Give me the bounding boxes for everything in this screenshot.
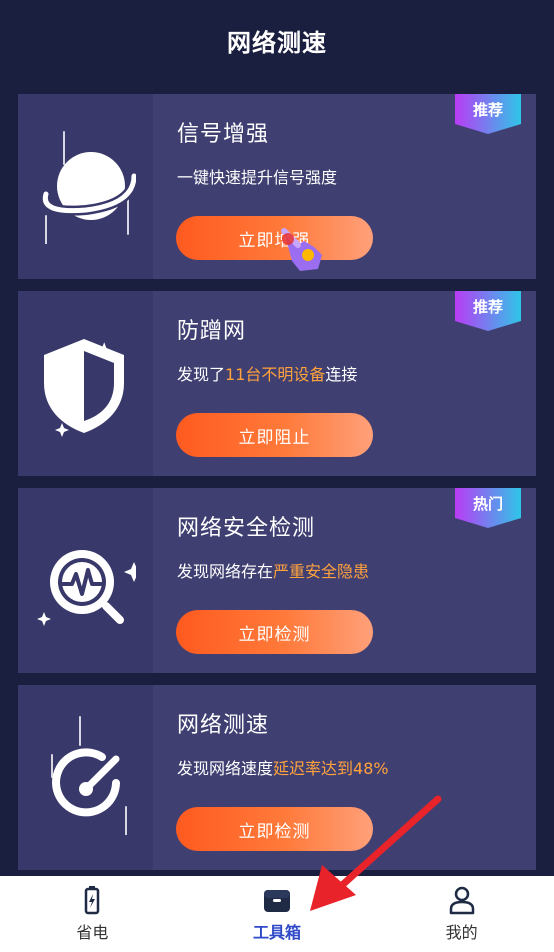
card-description: 一键快速提升信号强度 [177, 164, 337, 188]
hot-badge: 热门 [455, 488, 521, 528]
shield-icon [36, 321, 136, 441]
detect-button[interactable]: 立即检测 [176, 610, 373, 654]
tab-label: 省电 [76, 923, 109, 942]
tab-label: 工具箱 [253, 923, 302, 942]
header: 网络测速 [0, 0, 554, 80]
card-speed-test: 网络测速 发现网络速度延迟率达到48% 立即检测 [18, 685, 536, 870]
recommend-badge: 推荐 [455, 94, 521, 134]
desc-highlight: 严重安全隐患 [273, 562, 370, 581]
badge-label: 热门 [472, 495, 503, 513]
tab-toolbox[interactable]: 工具箱 [185, 876, 370, 952]
badge-label: 推荐 [472, 101, 503, 119]
card-security-check: 网络安全检测 发现网络存在严重安全隐患 立即检测 热门 [18, 488, 536, 673]
card-description: 发现网络速度延迟率达到48% [177, 755, 389, 779]
recommend-badge: 推荐 [455, 291, 521, 331]
battery-icon [77, 885, 107, 915]
desc-text: 发现网络速度 [177, 759, 274, 778]
tab-mine[interactable]: 我的 [369, 876, 554, 952]
magnifier-pulse-icon [36, 518, 144, 638]
block-button[interactable]: 立即阻止 [176, 413, 373, 457]
bottom-tab-bar: 省电 工具箱 我的 [0, 876, 554, 952]
card-title: 信号增强 [177, 122, 270, 147]
badge-label: 推荐 [472, 298, 503, 316]
pointing-hand-icon [274, 225, 334, 275]
tab-label: 我的 [445, 923, 478, 942]
toolbox-icon [262, 885, 292, 915]
card-description: 发现了11台不明设备连接 [177, 361, 357, 385]
desc-text: 一键快速提升信号强度 [177, 168, 338, 187]
tab-power-saving[interactable]: 省电 [0, 876, 185, 952]
page-title: 网络测速 [227, 28, 327, 57]
card-title: 网络测速 [177, 713, 270, 738]
card-anti-freeloader: 防蹭网 发现了11台不明设备连接 立即阻止 推荐 [18, 291, 536, 476]
card-title: 防蹭网 [177, 319, 247, 344]
speed-test-button[interactable]: 立即检测 [176, 807, 373, 851]
card-description: 发现网络存在严重安全隐患 [177, 558, 369, 582]
desc-text: 发现网络存在 [177, 562, 274, 581]
user-icon [447, 885, 477, 915]
speedometer-icon [36, 715, 136, 840]
planet-icon [36, 124, 139, 245]
desc-text: 连接 [325, 365, 358, 384]
card-title: 网络安全检测 [177, 516, 316, 541]
desc-highlight: 延迟率达到48% [273, 759, 389, 778]
desc-text: 发现了 [177, 365, 226, 384]
desc-highlight: 11台不明设备 [225, 365, 326, 384]
